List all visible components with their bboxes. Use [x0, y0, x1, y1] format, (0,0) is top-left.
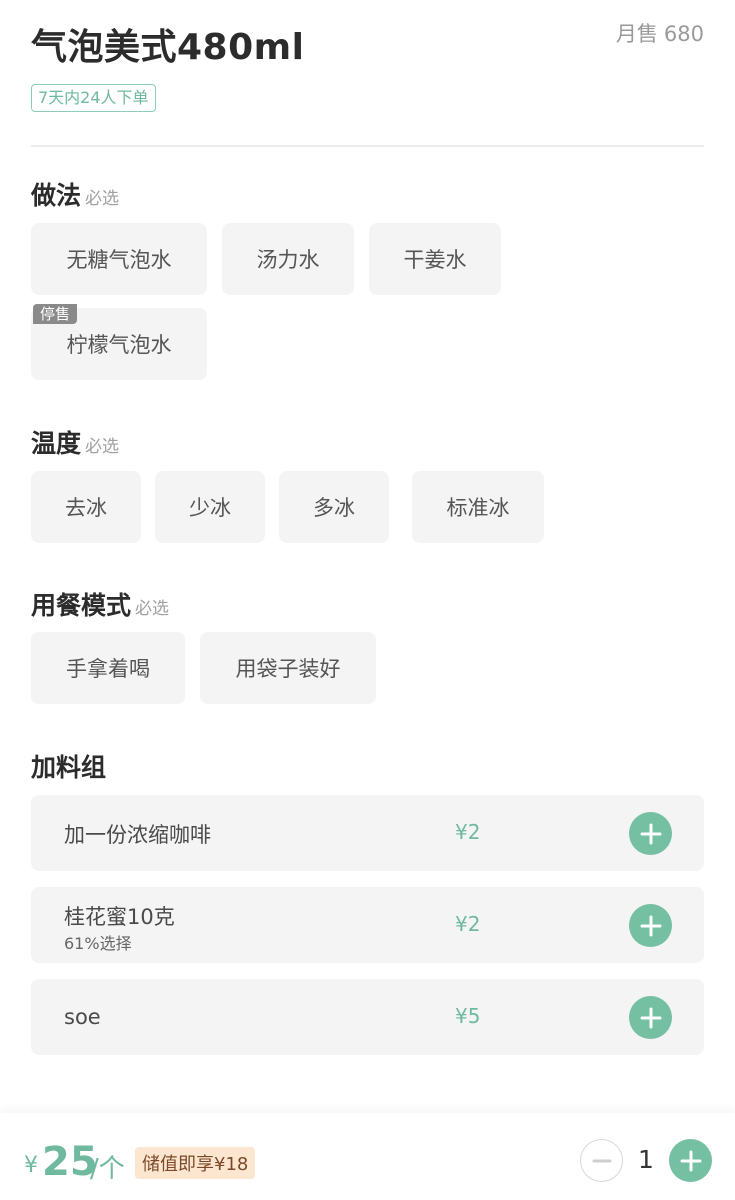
option-temp-no-ice[interactable]: 去冰: [31, 471, 141, 543]
plus-icon: [640, 1007, 661, 1028]
topping-osmanthus-honey: 桂花蜜10克 61%选择 ¥2: [31, 887, 704, 963]
monthly-sales-label: 月售: [615, 22, 658, 46]
option-label: 多冰: [313, 496, 355, 520]
plus-icon: [680, 1150, 701, 1171]
plus-icon: [640, 915, 661, 936]
product-detail-page: 气泡美式480ml 月售 680 7天内24人下单 做法 必选 无糖气泡水 汤力水 …: [0, 0, 735, 1200]
option-method-ginger[interactable]: 干姜水: [369, 223, 501, 295]
option-label: 去冰: [65, 496, 107, 520]
topping-name: 加一份浓缩咖啡: [64, 823, 211, 847]
topping-name: soe: [64, 1005, 101, 1029]
required-label: 必选: [135, 599, 170, 619]
increase-quantity-button[interactable]: [669, 1139, 712, 1182]
topping-soe: soe ¥5: [31, 979, 704, 1055]
bottom-bar: ¥ 25 /个 储值即享¥18 1: [0, 1113, 735, 1200]
promo-badge: 储值即享¥18: [135, 1147, 256, 1179]
section-title-method: 做法 必选: [31, 176, 119, 212]
minus-icon: [592, 1159, 611, 1162]
option-dining-bag[interactable]: 用袋子装好: [200, 632, 376, 704]
divider: [31, 145, 704, 147]
section-title-toppings: 加料组: [31, 753, 107, 782]
add-topping-button[interactable]: [629, 904, 672, 947]
option-label: 汤力水: [256, 248, 320, 272]
option-temp-more-ice[interactable]: 多冰: [279, 471, 389, 543]
recent-orders-tag: 7天内24人下单: [31, 84, 156, 112]
quantity-value: 1: [638, 1145, 654, 1174]
price-unit: /个: [90, 1154, 125, 1184]
option-label: 手拿着喝: [66, 657, 150, 681]
option-label: 用袋子装好: [235, 657, 341, 681]
option-temp-standard-ice[interactable]: 标准冰: [412, 471, 544, 543]
section-title-temperature: 温度 必选: [31, 424, 119, 460]
option-method-no-sugar[interactable]: 无糖气泡水: [31, 223, 207, 295]
option-label: 干姜水: [403, 248, 467, 272]
section-title-method-text: 做法: [31, 181, 82, 210]
sold-out-badge: 停售: [33, 304, 78, 324]
option-temp-less-ice[interactable]: 少冰: [155, 471, 265, 543]
section-title-dining-text: 用餐模式: [31, 591, 132, 620]
option-label: 少冰: [189, 496, 231, 520]
add-topping-button[interactable]: [629, 812, 672, 855]
currency-symbol: ¥: [24, 1153, 38, 1178]
add-topping-button[interactable]: [629, 996, 672, 1039]
plus-icon: [640, 823, 661, 844]
topping-espresso: 加一份浓缩咖啡 ¥2: [31, 795, 704, 871]
topping-price: ¥2: [455, 820, 481, 844]
option-method-tonic[interactable]: 汤力水: [222, 223, 354, 295]
monthly-sales-value: 680: [663, 22, 704, 46]
section-title-temperature-text: 温度: [31, 429, 82, 458]
topping-selection-rate: 61%选择: [64, 934, 132, 953]
option-label: 标准冰: [446, 496, 510, 520]
decrease-quantity-button[interactable]: [580, 1139, 623, 1182]
topping-price: ¥5: [455, 1004, 481, 1028]
topping-name: 桂花蜜10克: [64, 905, 175, 929]
required-label: 必选: [85, 437, 120, 457]
option-label: 柠檬气泡水: [66, 333, 172, 357]
topping-price: ¥2: [455, 912, 481, 936]
option-label: 无糖气泡水: [66, 248, 172, 272]
section-title-dining: 用餐模式 必选: [31, 586, 169, 622]
product-title: 气泡美式480ml: [31, 27, 305, 68]
option-method-lemon[interactable]: 停售 柠檬气泡水: [31, 304, 207, 380]
monthly-sales: 月售 680: [616, 18, 704, 48]
required-label: 必选: [85, 189, 120, 209]
option-dining-hand[interactable]: 手拿着喝: [31, 632, 185, 704]
